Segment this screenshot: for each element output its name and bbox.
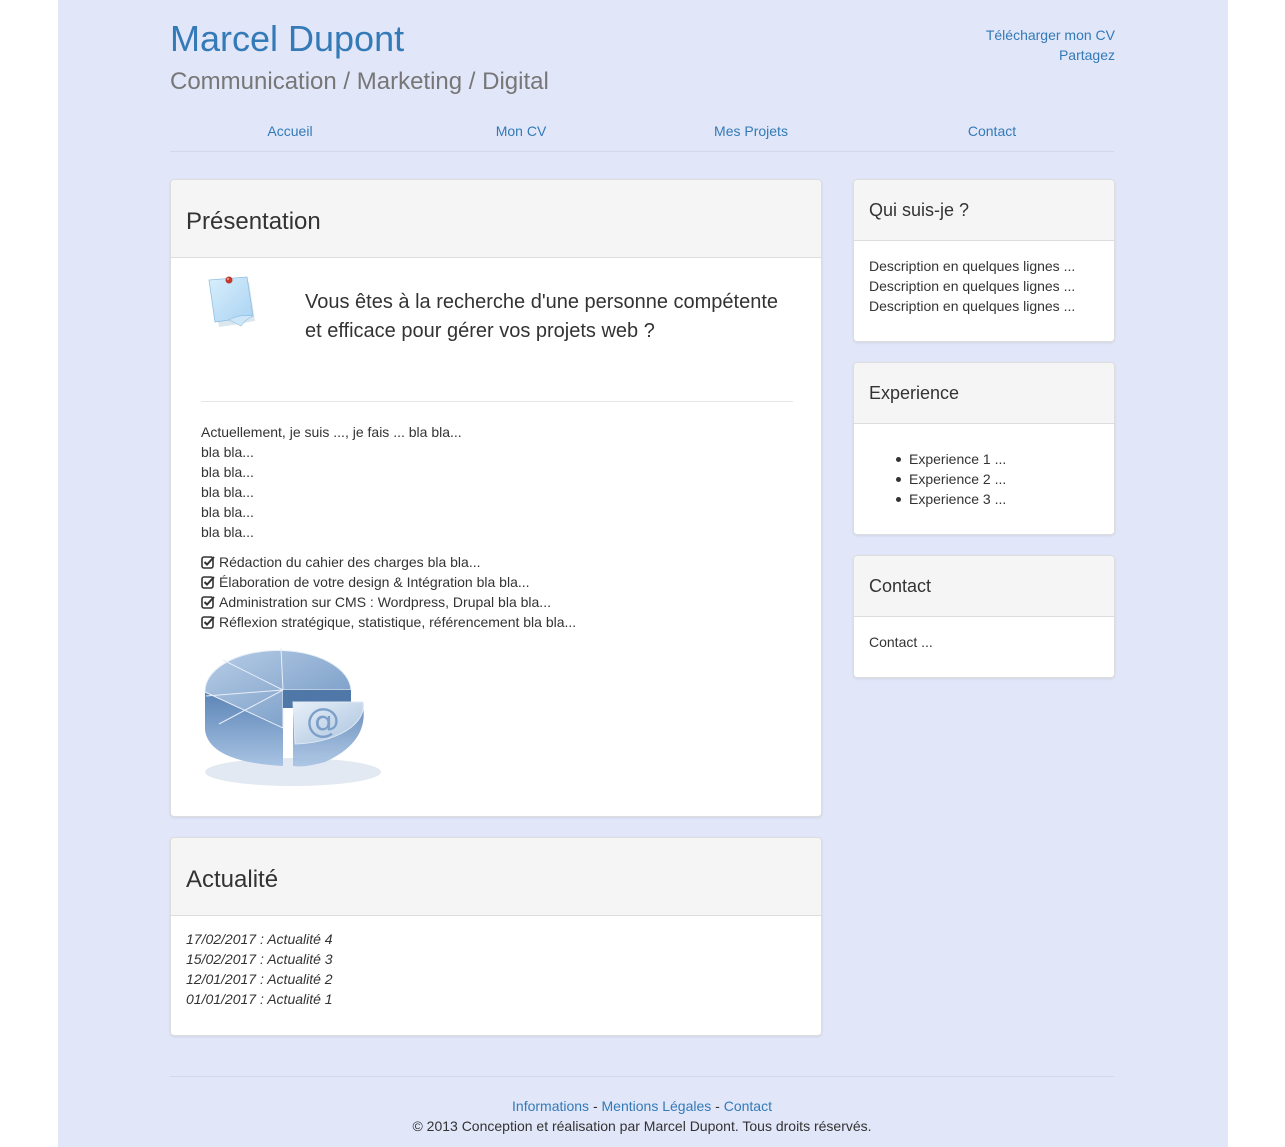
contact-title: Contact — [854, 556, 1114, 617]
text-line: bla bla... — [201, 464, 254, 480]
presentation-text: Actuellement, je suis ..., je fais ... b… — [201, 422, 793, 542]
presentation-lead: Vous êtes à la recherche d'une personne … — [305, 291, 779, 342]
list-item: Experience 3 ... — [896, 489, 1099, 509]
about-body: Description en quelques lignes ... Descr… — [854, 241, 1114, 316]
experience-panel: Experience Experience 1 ... Experience 2… — [853, 362, 1115, 535]
news-item: 15/02/2017 : Actualité 3 — [186, 951, 333, 967]
checkbox-checked-icon — [201, 596, 215, 609]
checkbox-checked-icon — [201, 576, 215, 589]
footer-separator: - — [592, 1098, 598, 1114]
sticky-note-icon — [208, 276, 255, 327]
checklist-label: Réflexion stratégique, statistique, réfé… — [219, 614, 577, 630]
page-container: Marcel Dupont Communication / Marketing … — [58, 0, 1228, 1147]
text-line: Actuellement, je suis ..., je fais ... b… — [201, 424, 462, 440]
footer-separator: - — [715, 1098, 720, 1114]
footer-links: Informations - Mentions Légales - Contac… — [170, 1096, 1114, 1116]
news-panel: Actualité 17/02/2017 : Actualité 4 15/02… — [170, 837, 822, 1036]
skills-checklist: Rédaction du cahier des charges bla bla.… — [201, 552, 576, 632]
copyright-text: © 2013 Conception et réalisation par Mar… — [412, 1118, 872, 1134]
contact-text: Contact ... — [869, 634, 933, 650]
top-links: Télécharger mon CV Partagez — [986, 25, 1115, 65]
presentation-panel: Présentation Vous êtes à la recherche d'… — [170, 179, 822, 817]
contact-panel: Contact Contact ... — [853, 555, 1115, 678]
list-item: Réflexion stratégique, statistique, réfé… — [201, 612, 576, 632]
about-line: Description en quelques lignes ... — [869, 258, 1076, 274]
share-link[interactable]: Partagez — [986, 45, 1115, 65]
nav-item-contact[interactable]: Contact — [870, 110, 1114, 151]
checklist-label: Administration sur CMS : Wordpress, Drup… — [219, 594, 551, 610]
list-item: Administration sur CMS : Wordpress, Drup… — [201, 592, 576, 612]
news-list: 17/02/2017 : Actualité 4 15/02/2017 : Ac… — [186, 929, 333, 1009]
checkbox-checked-icon — [201, 556, 215, 569]
list-item: Rédaction du cahier des charges bla bla.… — [201, 552, 576, 572]
footer-link-mentions-legales[interactable]: Mentions Légales — [602, 1098, 712, 1114]
experience-title: Experience — [854, 363, 1114, 424]
footer-divider — [170, 1076, 1114, 1077]
checklist-label: Élaboration de votre design & Intégratio… — [219, 574, 530, 590]
list-item: Experience 2 ... — [896, 469, 1099, 489]
text-line: bla bla... — [201, 444, 254, 460]
experience-body: Experience 1 ... Experience 2 ... Experi… — [854, 424, 1114, 509]
presentation-title: Présentation — [171, 180, 821, 258]
news-item: 17/02/2017 : Actualité 4 — [186, 931, 333, 947]
news-item: 01/01/2017 : Actualité 1 — [186, 991, 333, 1007]
text-line: bla bla... — [201, 484, 254, 500]
nav-item-mon-cv[interactable]: Mon CV — [410, 110, 632, 151]
about-panel: Qui suis-je ? Description en quelques li… — [853, 179, 1115, 342]
news-title: Actualité — [171, 838, 821, 916]
checklist-label: Rédaction du cahier des charges bla bla.… — [219, 554, 481, 570]
about-line: Description en quelques lignes ... — [869, 298, 1076, 314]
text-line: bla bla... — [201, 524, 254, 540]
nav-item-mes-projets[interactable]: Mes Projets — [632, 110, 870, 151]
divider — [201, 401, 793, 402]
main-nav: Accueil Mon CV Mes Projets Contact — [170, 110, 1114, 152]
list-item: Experience 1 ... — [896, 449, 1099, 469]
site-title[interactable]: Marcel Dupont — [170, 16, 404, 62]
site-subtitle: Communication / Marketing / Digital — [170, 68, 549, 95]
footer: Informations - Mentions Légales - Contac… — [170, 1096, 1114, 1136]
checkbox-checked-icon — [201, 616, 215, 629]
footer-link-informations[interactable]: Informations — [512, 1098, 589, 1114]
text-line: bla bla... — [201, 504, 254, 520]
contact-body: Contact ... — [854, 617, 1114, 652]
about-line: Description en quelques lignes ... — [869, 278, 1076, 294]
svg-text:@: @ — [306, 701, 340, 741]
download-cv-link[interactable]: Télécharger mon CV — [986, 25, 1115, 45]
news-item: 12/01/2017 : Actualité 2 — [186, 971, 333, 987]
list-item: Élaboration de votre design & Intégratio… — [201, 572, 576, 592]
experience-list: Experience 1 ... Experience 2 ... Experi… — [869, 449, 1099, 509]
footer-link-contact[interactable]: Contact — [724, 1098, 772, 1114]
about-title: Qui suis-je ? — [854, 180, 1114, 241]
pie-chart-at-sign-icon: @ — [204, 647, 381, 786]
nav-item-accueil[interactable]: Accueil — [170, 110, 410, 151]
